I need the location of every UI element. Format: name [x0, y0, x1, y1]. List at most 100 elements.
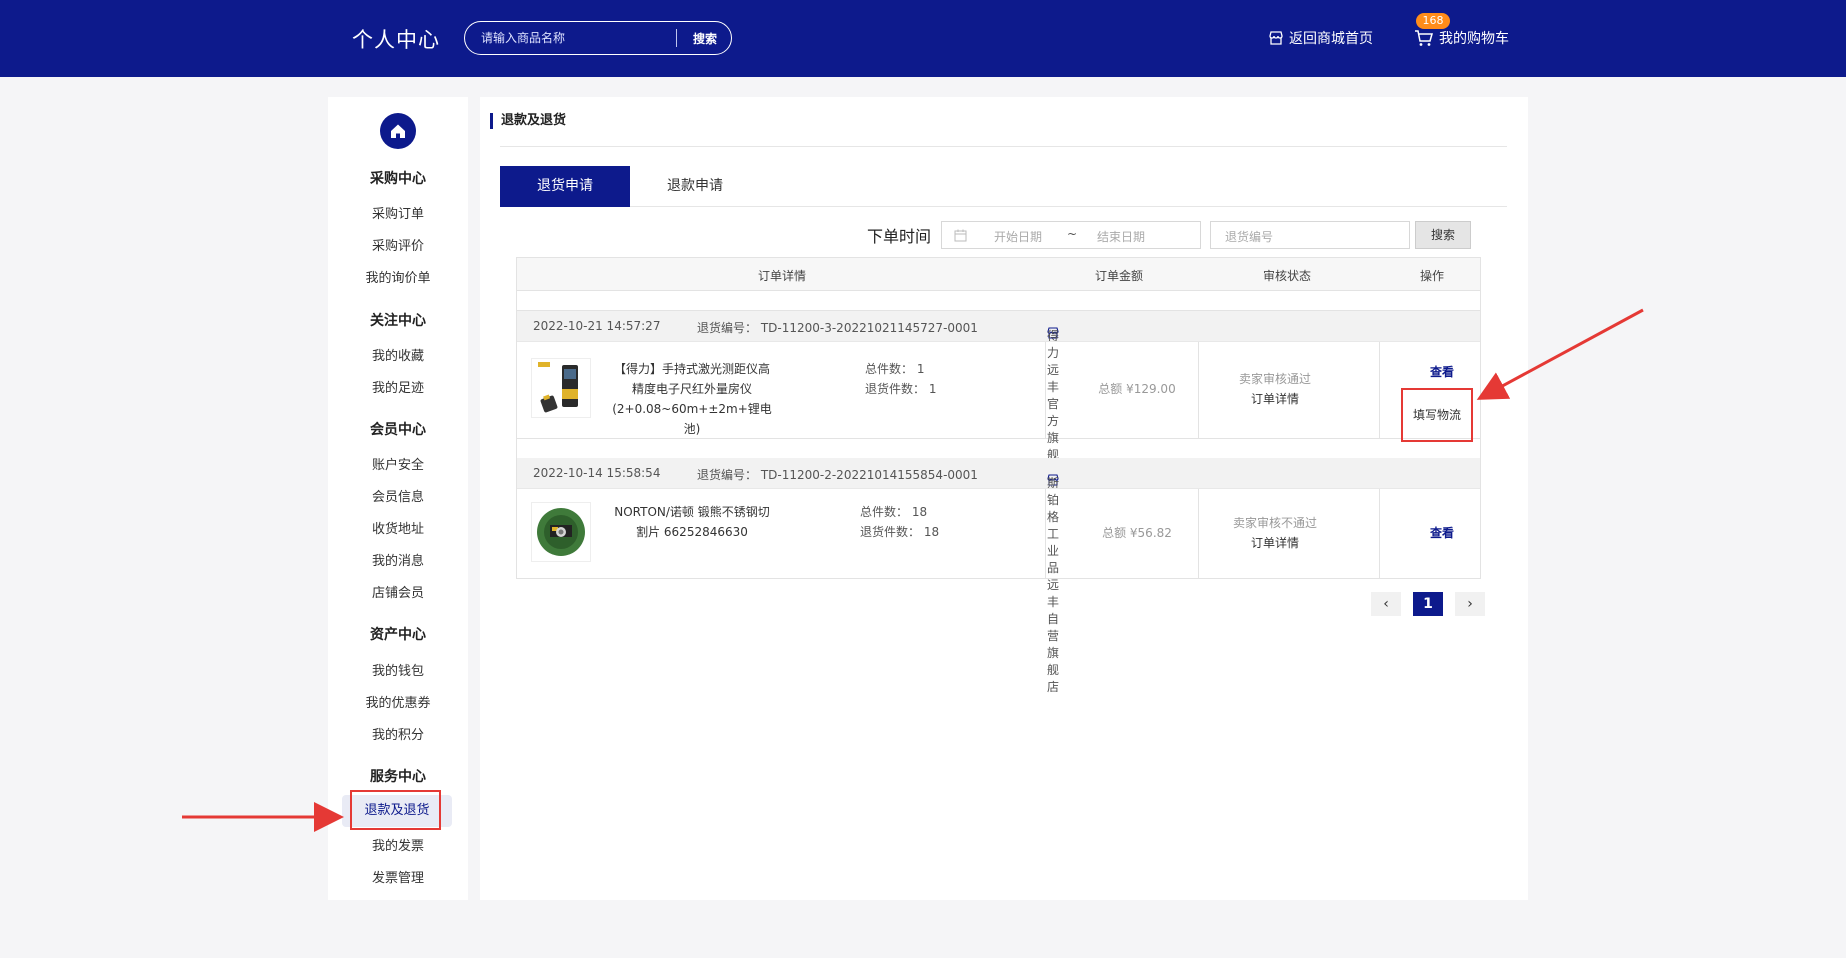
- header-search: 搜索: [464, 21, 732, 55]
- product-name-line: 精度电子尺红外量房仪: [631, 382, 752, 396]
- sidebar-group-service: 服务中心: [370, 769, 426, 785]
- sidebar-item-favorites[interactable]: 我的收藏: [328, 345, 468, 364]
- table-header: 订单详情 订单金额 审核状态 操作: [517, 258, 1480, 291]
- store-icon: [1268, 30, 1284, 46]
- sidebar-item-account-security[interactable]: 账户安全: [328, 454, 468, 473]
- col-review-status: 审核状态: [1263, 269, 1312, 283]
- prev-page-button[interactable]: ‹: [1371, 592, 1401, 616]
- column-divider: [1045, 489, 1046, 578]
- product-name[interactable]: NORTON/诺顿 锻熊不锈钢切 割片 66252846630: [607, 502, 777, 542]
- pagination: ‹ 1 ›: [1371, 592, 1485, 616]
- order-header: 2022-10-21 14:57:27 退货编号： TD-11200-3-202…: [517, 311, 1480, 479]
- sidebar-group-member: 会员中心: [370, 422, 426, 438]
- cart-count-badge: 168: [1416, 13, 1450, 29]
- order-detail-link[interactable]: 订单详情: [1200, 533, 1350, 553]
- sidebar-item-address[interactable]: 收货地址: [328, 518, 468, 537]
- end-date-field[interactable]: 结束日期: [1097, 228, 1145, 245]
- date-range-picker[interactable]: 开始日期 ~ 结束日期: [941, 221, 1201, 249]
- view-button[interactable]: 查看: [1412, 524, 1472, 541]
- order-time: 2022-10-21 14:57:27: [533, 319, 661, 333]
- order-amount: 总额 ¥56.82: [1102, 526, 1172, 540]
- total-count: 总件数： 1: [865, 362, 925, 376]
- sidebar-item-invoice-management[interactable]: 发票管理: [328, 867, 468, 886]
- product-image[interactable]: [531, 502, 591, 562]
- sidebar-item-invoices[interactable]: 我的发票: [328, 835, 468, 854]
- col-order-amount: 订单金额: [1095, 269, 1144, 283]
- review-status: 卖家审核不通过 订单详情: [1200, 513, 1350, 553]
- sidebar-group-purchase: 采购中心: [370, 171, 426, 187]
- col-operation: 操作: [1420, 269, 1445, 283]
- date-range-separator: ~: [1067, 227, 1078, 241]
- sidebar-group-assets: 资产中心: [370, 627, 426, 643]
- tab-return-requests[interactable]: 退货申请: [500, 166, 630, 207]
- sidebar-highlight-box: [350, 790, 441, 830]
- page-title: 个人中心: [352, 28, 440, 52]
- search-divider: [676, 29, 677, 47]
- current-page[interactable]: 1: [1413, 592, 1443, 616]
- review-status: 卖家审核通过 订单详情: [1200, 369, 1350, 409]
- col-order-detail: 订单详情: [758, 269, 807, 283]
- title-divider: [500, 146, 1507, 147]
- home-icon[interactable]: [380, 113, 416, 149]
- order-amount: 总额 ¥129.00: [1098, 382, 1176, 396]
- refund-number-input[interactable]: 退货编号: [1210, 221, 1410, 249]
- sidebar-item-footprints[interactable]: 我的足迹: [328, 377, 468, 396]
- order-row: 【得力】手持式激光测距仪高 精度电子尺红外量房仪 (2+0.08~60m+±2m…: [517, 341, 1480, 442]
- search-input[interactable]: [481, 29, 671, 47]
- refund-number: 退货编号： TD-11200-2-20221014155854-0001: [697, 468, 978, 482]
- next-page-button[interactable]: ›: [1455, 592, 1485, 616]
- start-date-field[interactable]: 开始日期: [994, 228, 1042, 245]
- cart-link-label: 我的购物车: [1439, 31, 1509, 47]
- fill-logistics-button[interactable]: 填写物流: [1401, 388, 1473, 442]
- product-name-line: (2+0.08~60m+±2m+锂电池): [612, 402, 772, 436]
- return-count: 退货件数： 18: [860, 525, 940, 539]
- home-link-label: 返回商城首页: [1289, 31, 1373, 47]
- refund-number: 退货编号： TD-11200-3-20221021145727-0001: [697, 321, 978, 335]
- product-image[interactable]: [531, 358, 591, 418]
- column-divider: [1379, 489, 1380, 578]
- tab-refund-requests[interactable]: 退款申请: [630, 166, 760, 207]
- status-text: 卖家审核通过: [1238, 372, 1311, 386]
- sidebar-item-coupons[interactable]: 我的优惠券: [328, 692, 468, 711]
- order-detail-link[interactable]: 订单详情: [1200, 389, 1350, 409]
- order-spacer: [517, 438, 1480, 458]
- sidebar-item-points[interactable]: 我的积分: [328, 724, 468, 743]
- cart-link[interactable]: 我的购物车: [1414, 28, 1509, 48]
- table-spacer: [517, 291, 1480, 311]
- calendar-icon: [954, 229, 967, 245]
- order-time-label: 下单时间: [867, 227, 932, 246]
- top-header: 个人中心 搜索 返回商城首页 我的购物车 168: [0, 0, 1846, 77]
- column-divider: [1045, 342, 1046, 438]
- sidebar-item-purchase-reviews[interactable]: 采购评价: [328, 235, 468, 254]
- sidebar-group-follow: 关注中心: [370, 313, 426, 329]
- sidebar: 采购中心 采购订单 采购评价 我的询价单 关注中心 我的收藏 我的足迹 会员中心…: [328, 97, 468, 900]
- section-title: 退款及退货: [490, 113, 566, 129]
- sidebar-item-wallet[interactable]: 我的钱包: [328, 660, 468, 679]
- cart-icon: [1414, 29, 1434, 47]
- return-count: 退货件数： 1: [865, 382, 937, 396]
- total-count: 总件数： 18: [860, 505, 928, 519]
- main-panel: 退款及退货 退货申请 退款申请 下单时间 开始日期 ~ 结束日期 退货编号 搜索…: [480, 97, 1528, 900]
- tab-bar: 退货申请 退款申请: [500, 166, 1507, 207]
- quantity-info: 总件数： 18 退货件数： 18: [860, 502, 939, 542]
- home-link[interactable]: 返回商城首页: [1268, 28, 1373, 48]
- sidebar-item-member-info[interactable]: 会员信息: [328, 486, 468, 505]
- sidebar-item-purchase-orders[interactable]: 采购订单: [328, 203, 468, 222]
- quantity-info: 总件数： 1 退货件数： 1: [865, 359, 936, 399]
- column-divider: [1379, 342, 1380, 438]
- order-header: 2022-10-14 15:58:54 退货编号： TD-11200-2-202…: [517, 458, 1480, 694]
- search-button[interactable]: 搜索: [693, 30, 717, 47]
- refund-table: 订单详情 订单金额 审核状态 操作 2022-10-21 14:57:27 退货…: [516, 257, 1481, 694]
- filter-search-button[interactable]: 搜索: [1415, 221, 1471, 249]
- view-button[interactable]: 查看: [1412, 363, 1472, 380]
- product-name-line: 【得力】手持式激光测距仪高: [613, 362, 770, 376]
- status-text: 卖家审核不通过: [1232, 516, 1317, 530]
- sidebar-item-inquiries[interactable]: 我的询价单: [328, 267, 468, 286]
- sidebar-item-messages[interactable]: 我的消息: [328, 550, 468, 569]
- order-row: NORTON/诺顿 锻熊不锈钢切 割片 66252846630 总件数： 18 …: [517, 488, 1480, 578]
- product-name-line: 割片 66252846630: [636, 525, 748, 539]
- sidebar-item-store-member[interactable]: 店铺会员: [328, 582, 468, 601]
- product-name-line: NORTON/诺顿 锻熊不锈钢切: [614, 505, 770, 519]
- order-time: 2022-10-14 15:58:54: [533, 466, 661, 480]
- product-name[interactable]: 【得力】手持式激光测距仪高 精度电子尺红外量房仪 (2+0.08~60m+±2m…: [607, 359, 777, 439]
